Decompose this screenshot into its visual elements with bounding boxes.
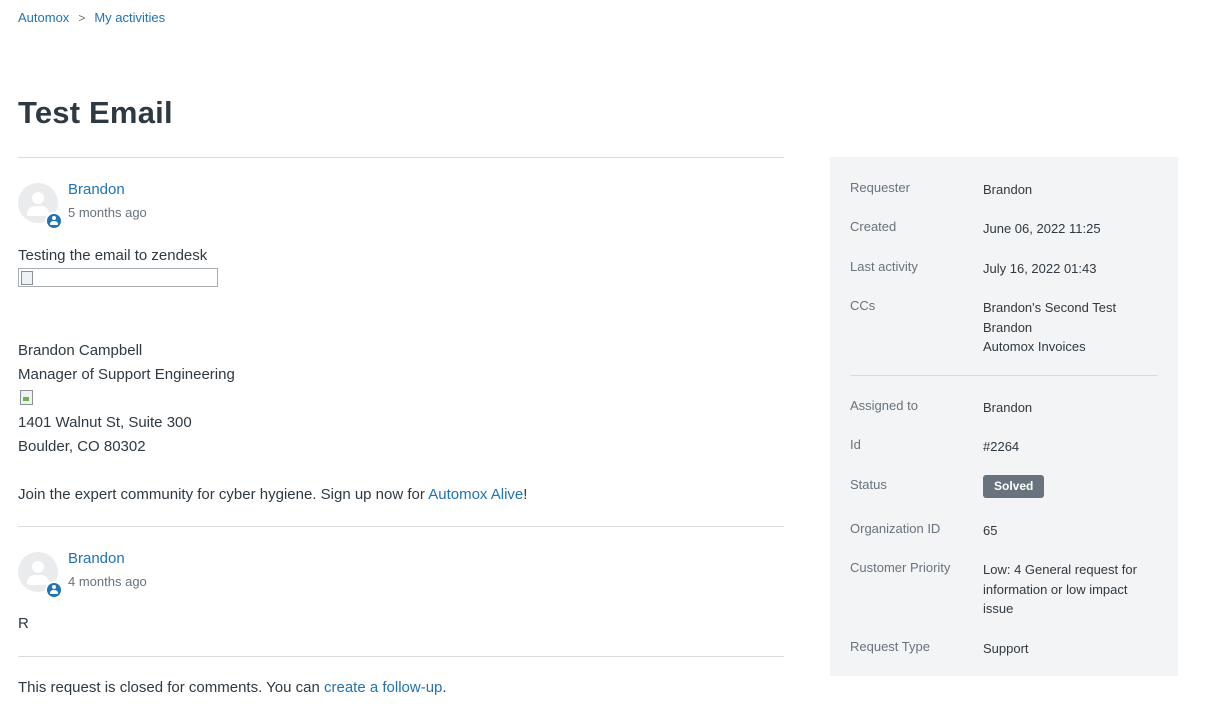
broken-image-icon [18,268,218,287]
signature-city: Boulder, CO 80302 [18,438,146,455]
cc-entry: Automox Invoices [983,339,1086,354]
prop-value: July 16, 2022 01:43 [983,261,1097,276]
user-avatar-icon [18,183,63,230]
comment-body-intro: Testing the email to zendesk [18,247,208,264]
signature-name: Brandon Campbell [18,342,143,359]
breadcrumb: Automox > My activities [18,10,165,25]
promo-line: Join the expert community for cyber hygi… [18,486,527,503]
signature-logo-image [18,389,34,405]
prop-label: Requester [850,180,910,195]
promo-text: Join the expert community for cyber hygi… [18,486,429,503]
comment: Brandon 5 months ago Testing the email t… [18,158,784,527]
automox-alive-link[interactable]: Automox Alive [428,486,523,503]
prop-label: CCs [850,298,876,313]
prop-label: Id [850,437,861,452]
comment-body: R [18,615,29,632]
comment-timestamp: 4 months ago [68,574,147,589]
prop-label: Organization ID [850,521,941,536]
prop-value: Brandon [983,400,1033,415]
request-details-sidebar: Requester Brandon Created June 06, 2022 … [830,157,1178,676]
prop-label: Created [850,219,897,234]
closed-for-comments-note: This request is closed for comments. You… [18,679,447,696]
comment-author-link[interactable]: Brandon [68,181,125,198]
status-badge: Solved [983,475,1045,498]
comment-author-link[interactable]: Brandon [68,550,125,567]
prop-label: Assigned to [850,398,918,413]
comment: Brandon 4 months ago R [18,527,784,657]
comment-timestamp: 5 months ago [68,205,147,220]
cc-entry: Brandon's Second Test Brandon [983,300,1117,335]
signature-street: 1401 Walnut St, Suite 300 [18,414,192,431]
prop-value: Support [983,641,1029,656]
prop-value: 65 [983,523,998,538]
sidebar-divider [850,375,1158,376]
closed-note-suffix: . [442,679,447,696]
signature-role: Manager of Support Engineering [18,366,235,383]
closed-note-text: This request is closed for comments. You… [18,679,324,696]
comment-list: Brandon 5 months ago Testing the email t… [18,157,784,657]
page-title: Test Email [18,95,173,130]
user-avatar-icon [18,552,63,599]
agent-badge-icon [45,212,63,230]
agent-badge-icon [45,581,63,599]
prop-value: Brandon's Second Test Brandon Automox In… [983,298,1158,357]
prop-value: #2264 [983,439,1020,454]
promo-suffix: ! [523,486,528,503]
prop-label: Request Type [850,639,930,654]
breadcrumb-link-automox[interactable]: Automox [18,10,69,25]
breadcrumb-separator: > [78,10,86,25]
prop-value: Brandon [983,182,1033,197]
prop-label: Status [850,477,887,492]
breadcrumb-link-my-activities[interactable]: My activities [94,10,165,25]
prop-value: Low: 4 General request for information o… [983,562,1137,616]
prop-value: June 06, 2022 11:25 [983,221,1101,236]
prop-label: Customer Priority [850,560,951,575]
prop-label: Last activity [850,259,918,274]
create-follow-up-link[interactable]: create a follow-up [324,679,442,696]
